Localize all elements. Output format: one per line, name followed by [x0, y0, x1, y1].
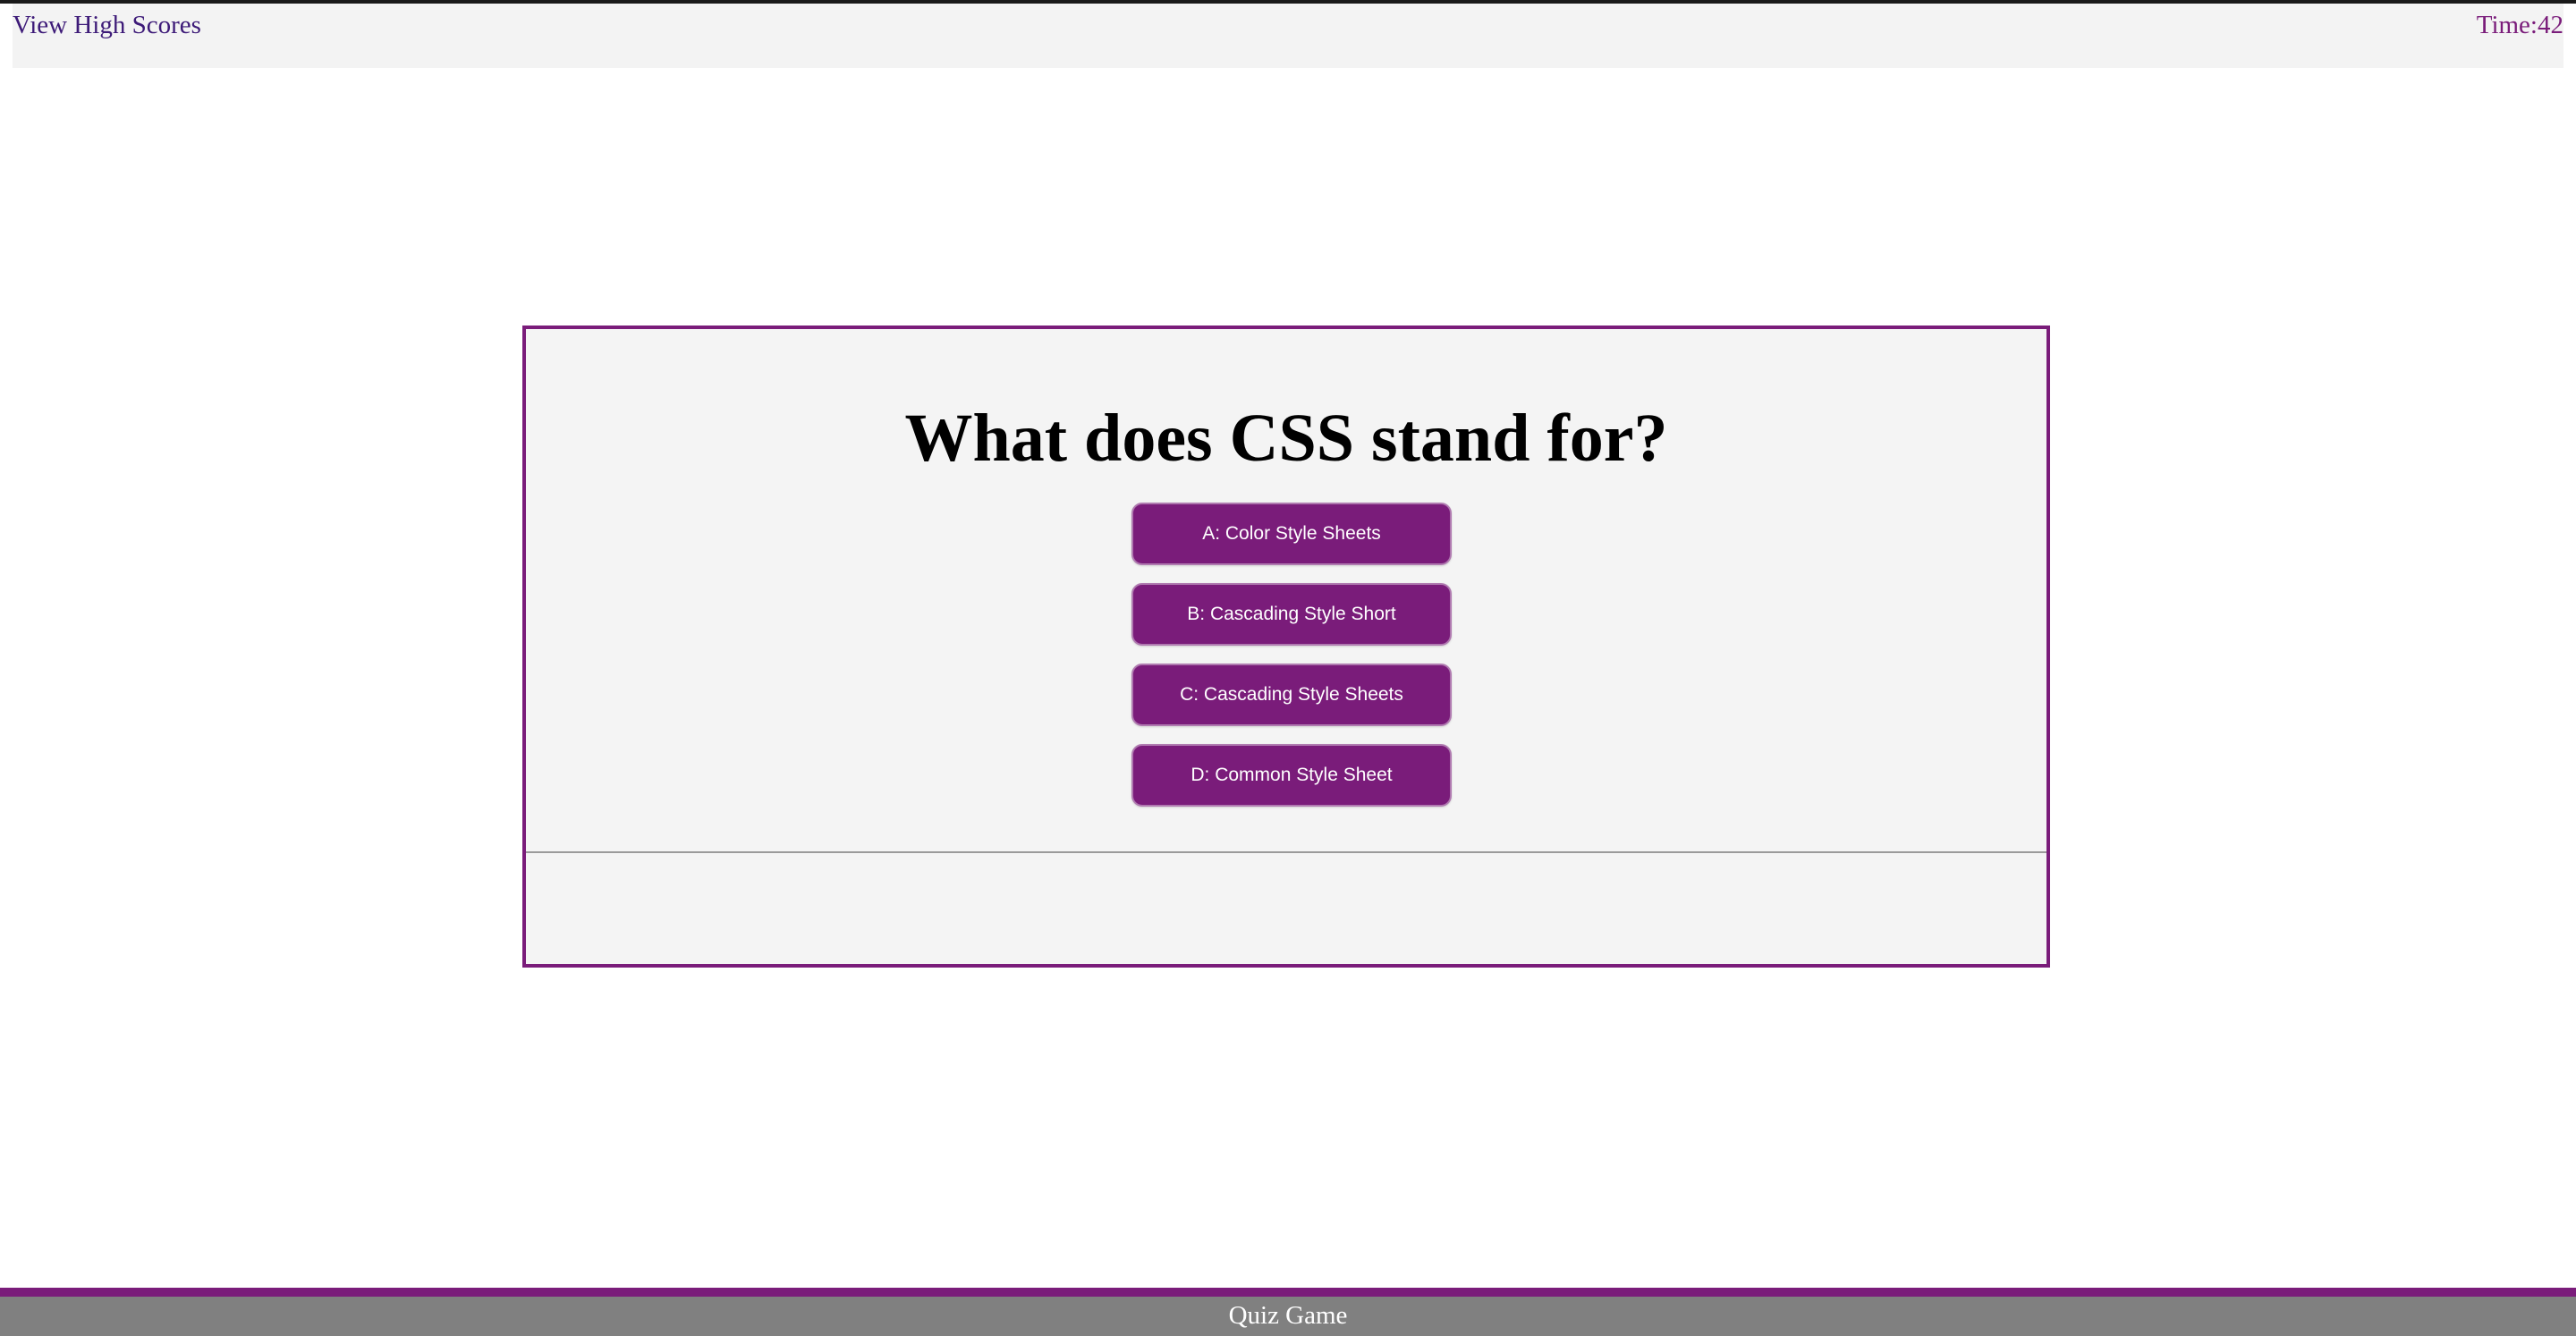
timer-value: 42 — [2538, 11, 2563, 39]
question-title: What does CSS stand for? — [904, 401, 1668, 476]
answer-list: A: Color Style Sheets B: Cascading Style… — [1131, 503, 1452, 824]
quiz-card: What does CSS stand for? A: Color Style … — [522, 326, 2050, 968]
view-high-scores-link[interactable]: View High Scores — [13, 11, 201, 40]
answer-c-button[interactable]: C: Cascading Style Sheets — [1131, 664, 1452, 726]
footer-title: Quiz Game — [1228, 1301, 1348, 1330]
answer-result — [526, 853, 2046, 964]
timer: Time:42 — [2477, 11, 2563, 40]
header-bar — [13, 4, 2563, 68]
answer-b-button[interactable]: B: Cascading Style Short — [1131, 583, 1452, 646]
answer-d-button[interactable]: D: Common Style Sheet — [1131, 744, 1452, 807]
footer: Quiz Game — [0, 1288, 2576, 1336]
timer-label: Time: — [2476, 11, 2538, 39]
answer-a-button[interactable]: A: Color Style Sheets — [1131, 503, 1452, 565]
